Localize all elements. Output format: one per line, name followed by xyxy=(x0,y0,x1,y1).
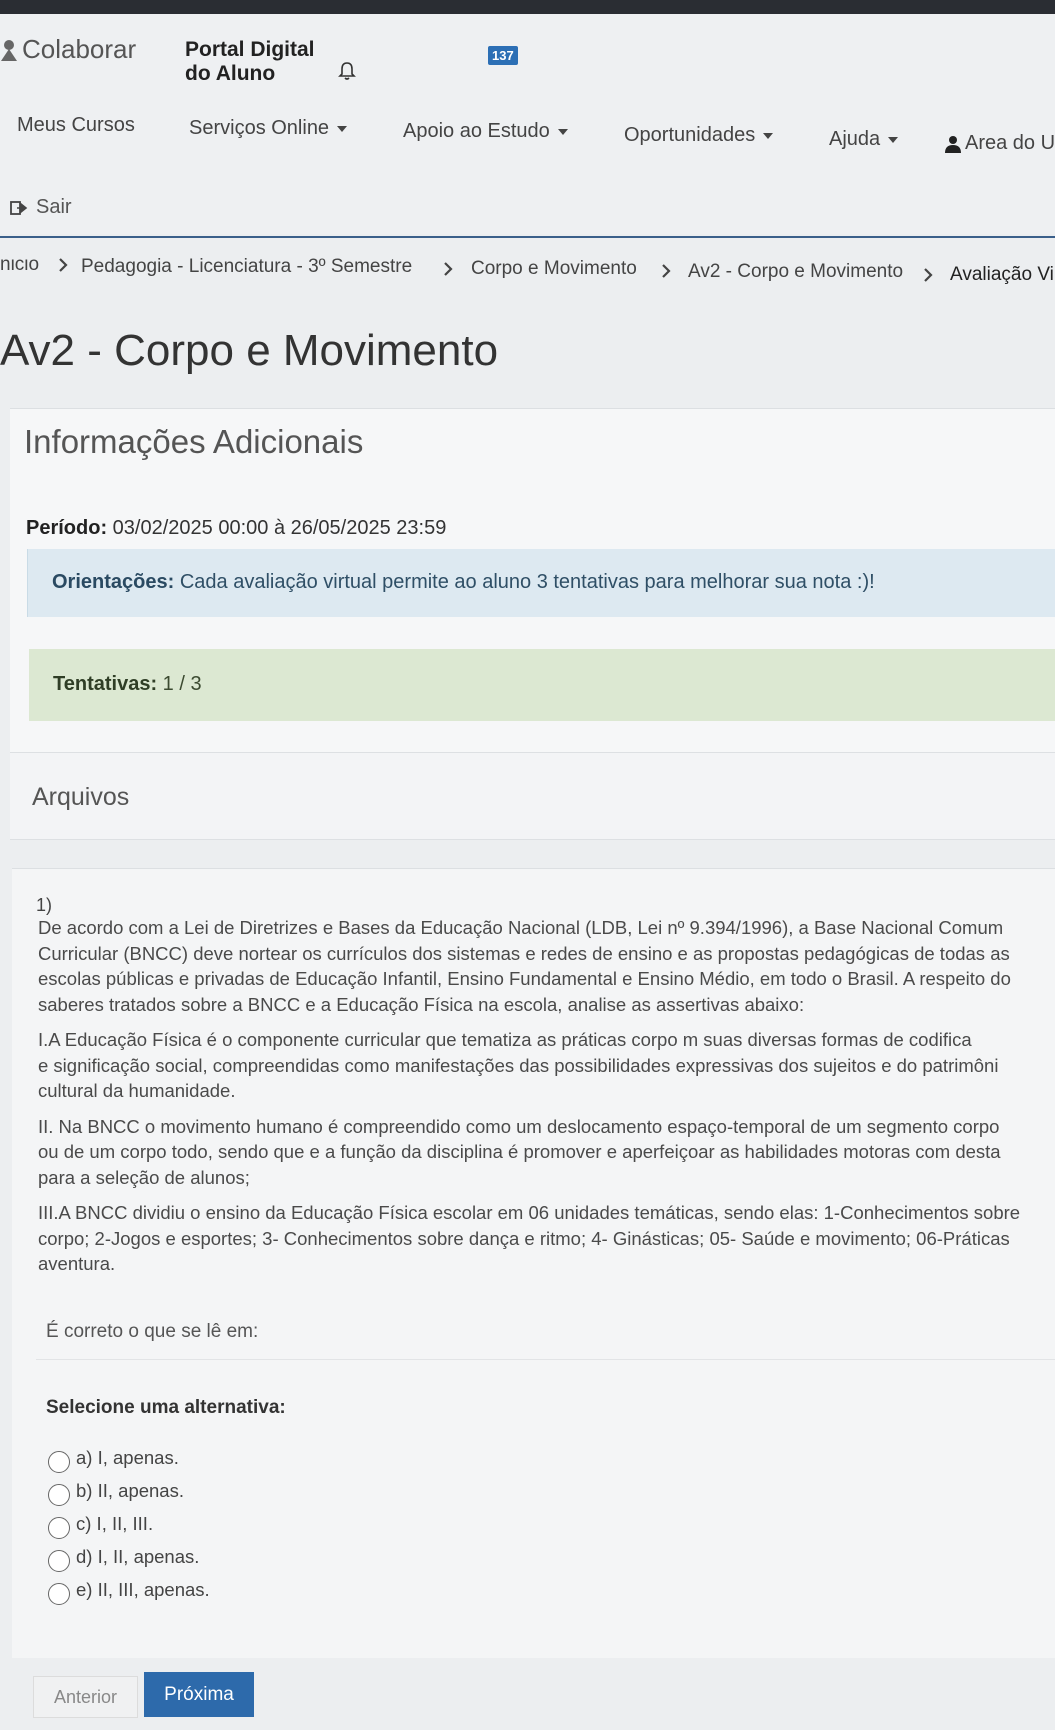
radio-button[interactable] xyxy=(48,1582,70,1605)
logout-link[interactable]: Sair xyxy=(10,196,72,219)
site-header: Colaborar Portal Digital do Aluno 137 Me… xyxy=(0,14,1055,234)
sign-out-icon xyxy=(10,200,28,215)
text-line: e significação social, compreendidas com… xyxy=(38,1054,999,1076)
brand-name: Colaborar xyxy=(22,34,137,64)
periodo-label: Período: xyxy=(26,517,108,539)
periodo-value: 03/02/2025 00:00 à 26/05/2025 23:59 xyxy=(107,517,447,539)
assertion-1: I.A Educação Física é o componente curri… xyxy=(38,1027,1055,1104)
question-paragraph: De acordo com a Lei de Diretrizes e Base… xyxy=(38,915,1055,1017)
logout-label: Sair xyxy=(36,196,72,218)
text-line: ou de um corpo todo, sendo que e a funçã… xyxy=(38,1141,1001,1162)
caret-down-icon xyxy=(337,125,348,132)
chevron-right-icon xyxy=(924,268,933,282)
info-panel-title: Informações Adicionais xyxy=(24,423,364,460)
option-label: e) II, III, apenas. xyxy=(76,1578,210,1600)
top-bar xyxy=(0,0,1055,14)
option-label: d) I, II, apenas. xyxy=(76,1545,200,1567)
text-line: I.A Educação Física é o componente curri… xyxy=(38,1029,972,1050)
chevron-right-icon xyxy=(59,258,68,272)
nav-label: Oportunidades xyxy=(624,124,756,146)
notification-badge[interactable]: 137 xyxy=(488,46,518,65)
breadcrumb-item-avaliacao[interactable]: Av2 - Corpo e Movimento xyxy=(688,261,903,283)
text-line: III.A BNCC dividiu o ensino da Educação … xyxy=(38,1202,1021,1223)
nav-label: Apoio ao Estudo xyxy=(403,120,550,142)
info-panel: Informações Adicionais Período: 03/02/20… xyxy=(10,408,1055,840)
nav-area-usuario[interactable]: Area do U xyxy=(945,132,1055,155)
text-line: corpo; 2-Jogos e esportes; 3- Conhecimen… xyxy=(38,1227,1010,1249)
main-nav: Meus Cursos Serviços Online Apoio ao Est… xyxy=(0,114,1055,156)
text-line: escolas públicas e privadas de Educação … xyxy=(38,968,1011,989)
next-button[interactable]: Próxima xyxy=(144,1672,254,1717)
question-panel: 1) De acordo com a Lei de Diretrizes e B… xyxy=(12,868,1055,1658)
select-alternative-label: Selecione uma alternativa: xyxy=(46,1397,286,1418)
user-icon xyxy=(945,135,961,153)
text-line: cultural da humanidade. xyxy=(38,1080,236,1101)
caret-down-icon xyxy=(888,136,899,143)
nav-apoio-estudo[interactable]: Apoio ao Estudo xyxy=(403,120,568,143)
question-text: De acordo com a Lei de Diretrizes e Base… xyxy=(38,915,1055,1287)
assertion-2: II. Na BNCC o movimento humano é compree… xyxy=(38,1114,1055,1191)
text-line: Curricular (BNCC) deve nortear os curríc… xyxy=(38,942,1010,964)
breadcrumb-item-curso[interactable]: Pedagogia - Licenciatura - 3º Semestre xyxy=(81,258,412,278)
options-list: a) I, apenas. b) II, apenas. c) I, II, I… xyxy=(48,1441,210,1606)
orientacoes-alert: Orientações: Cada avaliação virtual perm… xyxy=(27,549,1055,617)
nav-ajuda[interactable]: Ajuda xyxy=(829,128,899,151)
nav-label: Meus Cursos xyxy=(17,114,135,136)
option-label: b) II, apenas. xyxy=(76,1479,184,1501)
logo-icon xyxy=(1,39,17,61)
caret-down-icon xyxy=(557,128,568,135)
nav-meus-cursos[interactable]: Meus Cursos xyxy=(17,114,135,137)
nav-servicos-online[interactable]: Serviços Online xyxy=(189,117,348,140)
breadcrumb-item-disciplina[interactable]: Corpo e Movimento xyxy=(471,258,637,280)
option-label: c) I, II, III. xyxy=(76,1512,154,1534)
brand-logo[interactable]: Colaborar xyxy=(0,34,136,65)
option-label: a) I, apenas. xyxy=(76,1446,179,1468)
radio-button[interactable] xyxy=(48,1549,70,1572)
text-line: saberes tratados sobre a BNCC e a Educaç… xyxy=(38,993,805,1015)
orientacoes-label: Orientações: xyxy=(52,571,175,593)
orientacoes-value: Cada avaliação virtual permite ao aluno … xyxy=(174,571,875,593)
text-line: De acordo com a Lei de Diretrizes e Base… xyxy=(38,917,1004,938)
chevron-right-icon xyxy=(662,264,671,278)
text-line: aventura. xyxy=(38,1253,116,1274)
nav-label: Serviços Online xyxy=(189,117,330,139)
portal-title-line2: do Aluno xyxy=(185,62,276,85)
radio-button[interactable] xyxy=(48,1516,70,1539)
periodo-text: Período: 03/02/2025 00:00 à 26/05/2025 2… xyxy=(26,517,446,540)
nav-oportunidades[interactable]: Oportunidades xyxy=(624,124,774,147)
radio-button[interactable] xyxy=(48,1483,70,1506)
bell-icon[interactable] xyxy=(336,60,358,82)
nav-label: Ajuda xyxy=(829,128,881,150)
caret-down-icon xyxy=(763,132,774,139)
question-number: 1) xyxy=(36,895,53,915)
text-line: para a seleção de alunos; xyxy=(38,1166,250,1188)
option-c[interactable]: c) I, II, III. xyxy=(48,1507,210,1540)
assertion-3: III.A BNCC dividiu o ensino da Educação … xyxy=(38,1200,1055,1277)
option-a[interactable]: a) I, apenas. xyxy=(48,1441,210,1474)
tentativas-label: Tentativas: xyxy=(53,673,158,695)
text-line: II. Na BNCC o movimento humano é compree… xyxy=(38,1115,1000,1137)
portal-title: Portal Digital do Aluno xyxy=(185,38,315,86)
nav-label: Area do U xyxy=(965,132,1055,154)
radio-button[interactable] xyxy=(48,1450,70,1473)
option-d[interactable]: d) I, II, apenas. xyxy=(48,1540,210,1573)
divider xyxy=(36,1359,1055,1360)
option-b[interactable]: b) II, apenas. xyxy=(48,1474,210,1507)
option-e[interactable]: e) II, III, apenas. xyxy=(48,1573,210,1606)
breadcrumb: nicio Pedagogia - Licenciatura - 3º Seme… xyxy=(0,258,1055,292)
arquivos-title: Arquivos xyxy=(32,783,130,811)
question-prompt: É correto o que se lê em: xyxy=(46,1321,259,1342)
page-title: Av2 - Corpo e Movimento xyxy=(0,326,499,375)
chevron-right-icon xyxy=(444,262,453,276)
breadcrumb-item-inicio[interactable]: nicio xyxy=(0,258,39,276)
previous-button[interactable]: Anterior xyxy=(33,1676,138,1718)
tentativas-value: 1 / 3 xyxy=(157,673,202,695)
arquivos-panel[interactable]: Arquivos xyxy=(10,752,1055,840)
breadcrumb-item-current: Avaliação Vi xyxy=(950,264,1054,285)
header-divider xyxy=(0,236,1055,238)
portal-title-line1: Portal Digital xyxy=(185,38,315,61)
tentativas-alert: Tentativas: 1 / 3 xyxy=(29,649,1055,721)
